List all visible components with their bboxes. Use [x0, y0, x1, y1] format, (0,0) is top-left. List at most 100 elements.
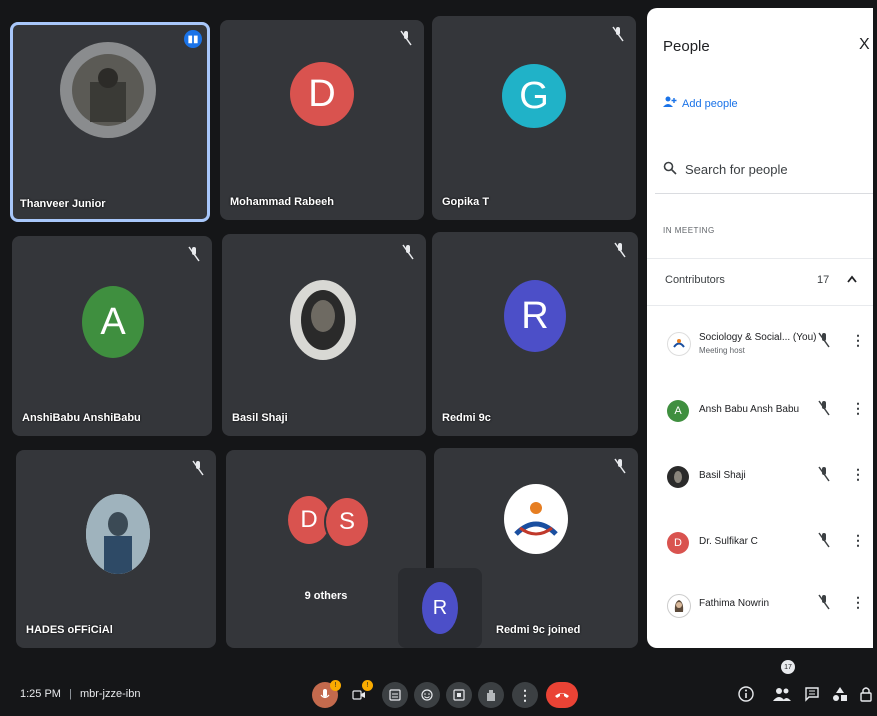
host-controls-button[interactable] — [856, 684, 876, 704]
participant-tile[interactable]: ▮▮ Thanveer Junior — [10, 22, 210, 222]
contributors-count: 17 — [817, 274, 830, 286]
participant-name: Redmi 9c — [442, 412, 491, 424]
more-options-icon[interactable]: ⋮ — [851, 594, 865, 611]
people-panel: People X Add people Search for people IN… — [647, 8, 873, 648]
participant-tile[interactable]: R Redmi 9c — [432, 232, 638, 436]
participant-avatar — [667, 466, 689, 488]
participant-avatar: R — [422, 582, 458, 634]
mic-off-icon — [614, 242, 628, 258]
mic-off-icon — [400, 30, 414, 46]
search-input[interactable]: Search for people — [655, 146, 873, 194]
participant-avatar: S — [324, 496, 370, 548]
mic-off-icon — [817, 400, 831, 416]
participant-list-item[interactable]: Fathima Nowrin ⋮ — [647, 584, 873, 636]
people-icon — [773, 688, 791, 701]
section-label: IN MEETING — [663, 226, 715, 235]
lock-icon — [860, 687, 872, 702]
participant-avatar: A — [82, 286, 144, 358]
people-button[interactable] — [772, 684, 792, 704]
participant-list-item[interactable]: Sociology & Social... (You) Meeting host… — [647, 322, 873, 374]
participant-avatar: D — [290, 62, 354, 126]
participant-list-item[interactable]: Basil Shaji ⋮ — [647, 456, 873, 508]
search-placeholder: Search for people — [685, 162, 788, 177]
warning-badge-icon: ! — [330, 680, 341, 691]
mic-off-icon — [817, 594, 831, 610]
clock-time: 1:25 PM — [20, 688, 61, 700]
more-options-icon[interactable]: ⋮ — [851, 532, 865, 549]
participant-name: Fathima Nowrin — [699, 598, 770, 609]
panel-title: People — [663, 38, 710, 55]
participant-tile[interactable]: A AnshiBabu AnshiBabu — [12, 236, 212, 436]
participant-name: AnshiBabu AnshiBabu — [22, 412, 141, 424]
participant-name: HADES oFFiCiAl — [26, 624, 113, 636]
video-grid: ▮▮ Thanveer Junior D Mohammad Rabeeh G G… — [0, 0, 645, 652]
camera-icon — [352, 690, 365, 700]
add-people-button[interactable]: Add people — [663, 96, 738, 111]
participant-avatar: A — [667, 400, 689, 422]
participant-avatar: G — [502, 64, 566, 128]
more-options-icon[interactable]: ⋮ — [851, 466, 865, 483]
self-preview-tile[interactable]: R — [398, 568, 482, 648]
present-icon — [453, 689, 465, 701]
mic-off-icon — [817, 466, 831, 482]
hand-icon — [487, 690, 495, 701]
people-count-badge: 17 — [781, 660, 795, 674]
more-options-button[interactable]: ⋮ — [512, 682, 538, 708]
mic-off-icon — [402, 244, 416, 260]
participant-name: Basil Shaji — [699, 470, 746, 481]
chat-button[interactable] — [802, 684, 822, 704]
participant-role: Meeting host — [699, 346, 745, 355]
present-screen-button[interactable] — [446, 682, 472, 708]
speaking-indicator-icon: ▮▮ — [184, 30, 202, 48]
close-panel-button[interactable]: X — [859, 36, 870, 54]
captions-icon — [389, 689, 401, 701]
participant-name: Dr. Sulfikar C — [699, 536, 758, 547]
participant-name: Redmi 9c joined — [496, 624, 581, 636]
captions-button[interactable] — [382, 682, 408, 708]
participant-list-item[interactable]: D Dr. Sulfikar C ⋮ — [647, 522, 873, 574]
more-options-icon[interactable]: ⋮ — [851, 332, 865, 349]
participant-name: Ansh Babu Ansh Babu — [699, 404, 800, 415]
mic-off-icon — [817, 332, 831, 348]
others-tile[interactable]: D S 9 others — [226, 450, 426, 648]
reactions-button[interactable] — [414, 682, 440, 708]
more-options-icon[interactable]: ⋮ — [851, 400, 865, 417]
mic-off-icon — [188, 246, 202, 262]
contributors-group-header[interactable]: Contributors 17 — [647, 258, 873, 306]
participant-name: Basil Shaji — [232, 412, 288, 424]
participant-avatar: D — [667, 532, 689, 554]
participant-photo — [60, 42, 156, 138]
chevron-up-icon[interactable] — [847, 271, 857, 286]
participant-tile[interactable]: HADES oFFiCiAl — [16, 450, 216, 648]
participant-photo — [504, 484, 568, 554]
participant-name: Sociology & Social... (You) — [699, 332, 817, 343]
participant-name: Gopika T — [442, 196, 490, 208]
meeting-code: mbr-jzze-ibn — [79, 688, 141, 700]
participant-photo — [86, 494, 150, 574]
participant-tile[interactable]: D Mohammad Rabeeh — [220, 20, 424, 220]
participant-tile[interactable]: Basil Shaji — [222, 234, 426, 436]
search-icon — [663, 161, 677, 178]
participant-photo — [290, 280, 356, 360]
participant-avatar: R — [504, 280, 566, 352]
separator: | — [69, 688, 72, 700]
activities-button[interactable] — [830, 684, 850, 704]
meeting-details-button[interactable] — [736, 684, 756, 704]
mic-off-icon — [612, 26, 626, 42]
others-count-label: 9 others — [304, 590, 348, 602]
meeting-info: 1:25 PM | mbr-jzze-ibn — [20, 688, 140, 700]
phone-hangup-icon — [555, 693, 569, 698]
emoji-icon — [421, 689, 433, 701]
participant-avatar — [667, 332, 691, 356]
leave-call-button[interactable] — [546, 682, 578, 708]
raise-hand-button[interactable] — [478, 682, 504, 708]
mic-off-icon — [614, 458, 628, 474]
participant-avatar — [667, 594, 691, 618]
participant-list-item[interactable]: A Ansh Babu Ansh Babu ⋮ — [647, 390, 873, 442]
bottom-control-bar: 1:25 PM | mbr-jzze-ibn ! ! ⋮ 17 — [0, 652, 877, 716]
participant-name: Mohammad Rabeeh — [230, 196, 334, 208]
add-people-label: Add people — [682, 97, 738, 110]
info-icon — [738, 686, 754, 702]
activities-icon — [833, 687, 847, 701]
participant-tile[interactable]: G Gopika T — [432, 16, 636, 220]
